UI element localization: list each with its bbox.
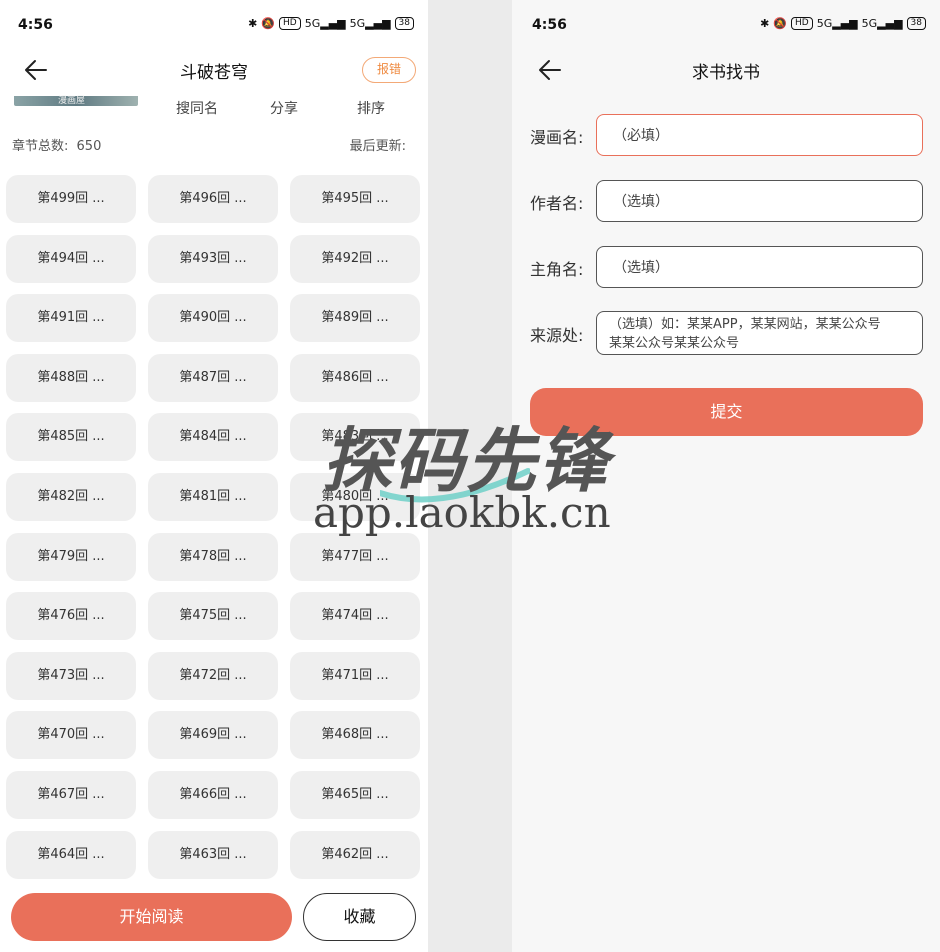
page-title: 求书找书 xyxy=(692,63,760,83)
source-placeholder-line2: 某某公众号某某公众号 xyxy=(609,336,740,351)
source-input[interactable]: （选填）如：某某APP，某某网站，某某公众号 某某公众号某某公众号 xyxy=(596,311,923,355)
chapter-button[interactable]: 第493回 ... xyxy=(148,235,278,283)
chapter-button[interactable]: 第473回 ... xyxy=(6,652,136,700)
comic-detail-screen: 4:56 ✱ 🔕 HD 5G▂▄▆ 5G▂▄▆ 38 斗破苍穹 报错 漫画屋 搜… xyxy=(0,0,428,952)
author-name-input[interactable]: （选填） xyxy=(596,180,923,222)
chapter-button[interactable]: 第491回 ... xyxy=(6,294,136,342)
signal-icon-2: 5G▂▄▆ xyxy=(349,17,391,30)
mute-icon: 🔕 xyxy=(773,17,787,30)
chapter-button[interactable]: 第463回 ... xyxy=(148,831,278,879)
chapter-button[interactable]: 第482回 ... xyxy=(6,473,136,521)
protagonist-name-label: 主角名: xyxy=(530,260,584,279)
request-book-screen: 4:56 ✱ 🔕 HD 5G▂▄▆ 5G▂▄▆ 38 求书找书 漫画名: （必填… xyxy=(512,0,940,952)
chapter-button[interactable]: 第489回 ... xyxy=(290,294,420,342)
mute-icon: 🔕 xyxy=(261,17,275,30)
chapter-button[interactable]: 第484回 ... xyxy=(148,413,278,461)
status-time: 4:56 xyxy=(532,17,567,33)
protagonist-name-input[interactable]: （选填） xyxy=(596,246,923,288)
report-error-button[interactable]: 报错 xyxy=(362,57,416,83)
chapter-button[interactable]: 第487回 ... xyxy=(148,354,278,402)
chapter-button[interactable]: 第469回 ... xyxy=(148,711,278,759)
chapter-button[interactable]: 第483回 ... xyxy=(290,413,420,461)
hd-badge: HD xyxy=(279,17,301,30)
chapter-button[interactable]: 第479回 ... xyxy=(6,533,136,581)
source-placeholder-line1: （选填）如：某某APP，某某网站，某某公众号 xyxy=(609,317,881,332)
chapter-total-label: 章节总数: xyxy=(12,139,69,154)
chapter-button[interactable]: 第499回 ... xyxy=(6,175,136,223)
chapter-button[interactable]: 第475回 ... xyxy=(148,592,278,640)
signal-icon: 5G▂▄▆ xyxy=(816,17,858,30)
status-time: 4:56 xyxy=(18,17,53,33)
chapter-button[interactable]: 第470回 ... xyxy=(6,711,136,759)
comic-name-label: 漫画名: xyxy=(530,128,584,147)
tab-share[interactable]: 分享 xyxy=(270,98,298,118)
chapter-button[interactable]: 第494回 ... xyxy=(6,235,136,283)
bluetooth-icon: ✱ xyxy=(760,17,770,30)
chapter-button[interactable]: 第465回 ... xyxy=(290,771,420,819)
status-icons: ✱ 🔕 HD 5G▂▄▆ 5G▂▄▆ 38 xyxy=(248,17,414,30)
chapter-button[interactable]: 第472回 ... xyxy=(148,652,278,700)
chapter-button[interactable]: 第485回 ... xyxy=(6,413,136,461)
chapter-button[interactable]: 第467回 ... xyxy=(6,771,136,819)
bluetooth-icon: ✱ xyxy=(248,17,258,30)
favorite-button[interactable]: 收藏 xyxy=(303,893,416,941)
source-label: 来源处: xyxy=(530,326,584,345)
chapter-button[interactable]: 第496回 ... xyxy=(148,175,278,223)
chapter-button[interactable]: 第488回 ... xyxy=(6,354,136,402)
comic-name-input[interactable]: （必填） xyxy=(596,114,923,156)
chapter-button[interactable]: 第492回 ... xyxy=(290,235,420,283)
chapter-button[interactable]: 第480回 ... xyxy=(290,473,420,521)
chapter-button[interactable]: 第478回 ... xyxy=(148,533,278,581)
signal-icon: 5G▂▄▆ xyxy=(304,17,346,30)
chapter-button[interactable]: 第471回 ... xyxy=(290,652,420,700)
chapter-button[interactable]: 第476回 ... xyxy=(6,592,136,640)
chapter-total: 章节总数: 650 xyxy=(12,135,101,154)
chapter-button[interactable]: 第490回 ... xyxy=(148,294,278,342)
chapter-button[interactable]: 第462回 ... xyxy=(290,831,420,879)
tab-sort[interactable]: 排序 xyxy=(357,98,385,118)
chapter-button[interactable]: 第474回 ... xyxy=(290,592,420,640)
author-name-label: 作者名: xyxy=(530,194,584,213)
tab-search-same-name[interactable]: 搜同名 xyxy=(176,98,218,118)
signal-icon-2: 5G▂▄▆ xyxy=(861,17,903,30)
chapter-button[interactable]: 第486回 ... xyxy=(290,354,420,402)
cover-image-text: 漫画屋 xyxy=(58,96,86,106)
submit-button[interactable]: 提交 xyxy=(530,388,923,436)
chapter-total-value: 650 xyxy=(76,139,102,154)
hd-badge: HD xyxy=(791,17,813,30)
chapter-button[interactable]: 第464回 ... xyxy=(6,831,136,879)
chapter-button[interactable]: 第477回 ... xyxy=(290,533,420,581)
chapter-button[interactable]: 第468回 ... xyxy=(290,711,420,759)
chapter-button[interactable]: 第466回 ... xyxy=(148,771,278,819)
chapter-button[interactable]: 第495回 ... xyxy=(290,175,420,223)
start-reading-button[interactable]: 开始阅读 xyxy=(11,893,292,941)
battery-indicator: 38 xyxy=(394,17,414,30)
battery-indicator: 38 xyxy=(906,17,926,30)
status-icons: ✱ 🔕 HD 5G▂▄▆ 5G▂▄▆ 38 xyxy=(760,17,926,30)
chapter-button[interactable]: 第481回 ... xyxy=(148,473,278,521)
last-update-label: 最后更新: xyxy=(349,139,406,154)
